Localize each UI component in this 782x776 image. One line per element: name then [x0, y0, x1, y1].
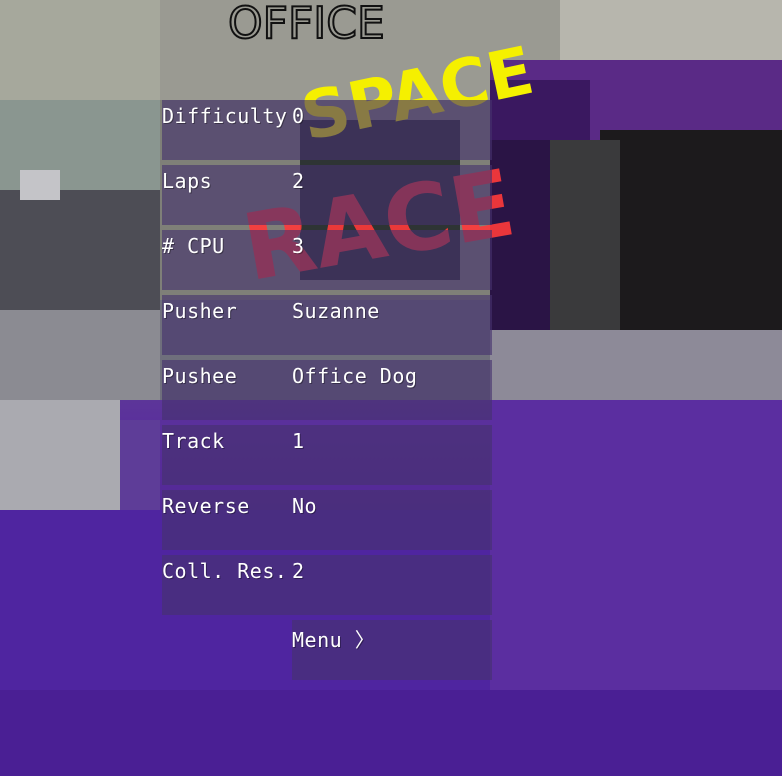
- option-label: Pusher: [162, 299, 238, 323]
- option-label: Difficulty: [162, 104, 288, 128]
- option-label-cell: Pusher: [162, 295, 292, 355]
- menu-button-label[interactable]: Menu 〉: [292, 624, 375, 653]
- menu-button[interactable]: Menu 〉: [292, 620, 492, 680]
- option-value[interactable]: No: [292, 494, 317, 518]
- menu-row-pusher[interactable]: Pusher Suzanne: [162, 295, 492, 355]
- option-value[interactable]: 1: [292, 429, 305, 453]
- menu-row-cpu[interactable]: # CPU 3: [162, 230, 492, 290]
- option-label: Coll. Res.: [162, 559, 288, 583]
- option-label: # CPU: [162, 234, 225, 258]
- option-label: Track: [162, 429, 225, 453]
- option-value-cell[interactable]: Office Dog: [292, 360, 492, 420]
- option-label: Pushee: [162, 364, 238, 388]
- option-label-cell: Difficulty: [162, 100, 292, 160]
- option-label: Reverse: [162, 494, 250, 518]
- option-value-cell[interactable]: 3: [292, 230, 492, 290]
- option-value-cell[interactable]: 2: [292, 165, 492, 225]
- menu-row-coll-res[interactable]: Coll. Res. 2: [162, 555, 492, 615]
- menu-row-menu: Menu 〉: [162, 620, 492, 680]
- option-label: Laps: [162, 169, 213, 193]
- menu-row-reverse[interactable]: Reverse No: [162, 490, 492, 550]
- option-value-cell[interactable]: Suzanne: [292, 295, 492, 355]
- option-value[interactable]: 0: [292, 104, 305, 128]
- option-label-cell: Track: [162, 425, 292, 485]
- option-label-cell: Coll. Res.: [162, 555, 292, 615]
- option-value-cell[interactable]: 1: [292, 425, 492, 485]
- option-value[interactable]: 3: [292, 234, 305, 258]
- option-value-cell[interactable]: No: [292, 490, 492, 550]
- option-label-cell: Pushee: [162, 360, 292, 420]
- option-label-cell: Reverse: [162, 490, 292, 550]
- option-value[interactable]: Office Dog: [292, 364, 417, 388]
- option-label-cell: Laps: [162, 165, 292, 225]
- menu-row-laps[interactable]: Laps 2: [162, 165, 492, 225]
- option-value[interactable]: 2: [292, 559, 305, 583]
- option-value-cell[interactable]: 0: [292, 100, 492, 160]
- option-value[interactable]: 2: [292, 169, 305, 193]
- option-label-cell: # CPU: [162, 230, 292, 290]
- option-value[interactable]: Suzanne: [292, 299, 380, 323]
- menu-row-pushee[interactable]: Pushee Office Dog: [162, 360, 492, 420]
- menu-row-track[interactable]: Track 1: [162, 425, 492, 485]
- option-value-cell[interactable]: 2: [292, 555, 492, 615]
- menu-row-difficulty[interactable]: Difficulty 0: [162, 100, 492, 160]
